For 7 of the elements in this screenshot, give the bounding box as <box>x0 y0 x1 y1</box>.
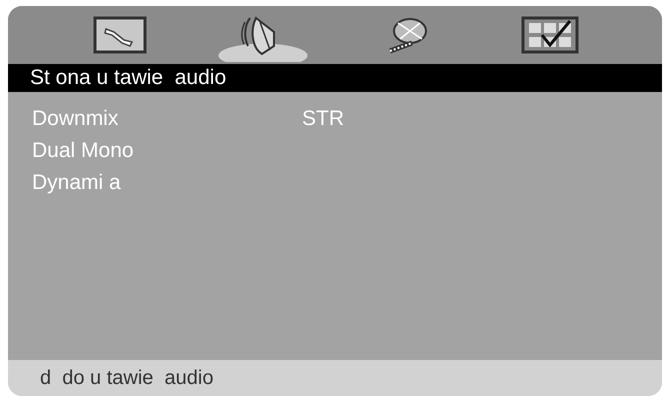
setting-label[interactable]: Downmix <box>32 104 302 134</box>
checklist-icon <box>520 15 580 55</box>
page-title: St ona u tawie audio <box>8 64 662 92</box>
setting-value: STR <box>302 106 344 132</box>
setting-label[interactable]: Dynami a <box>32 168 302 198</box>
setting-label[interactable]: Dual Mono <box>32 136 302 166</box>
footer-hint: d do u tawie audio <box>40 367 214 389</box>
